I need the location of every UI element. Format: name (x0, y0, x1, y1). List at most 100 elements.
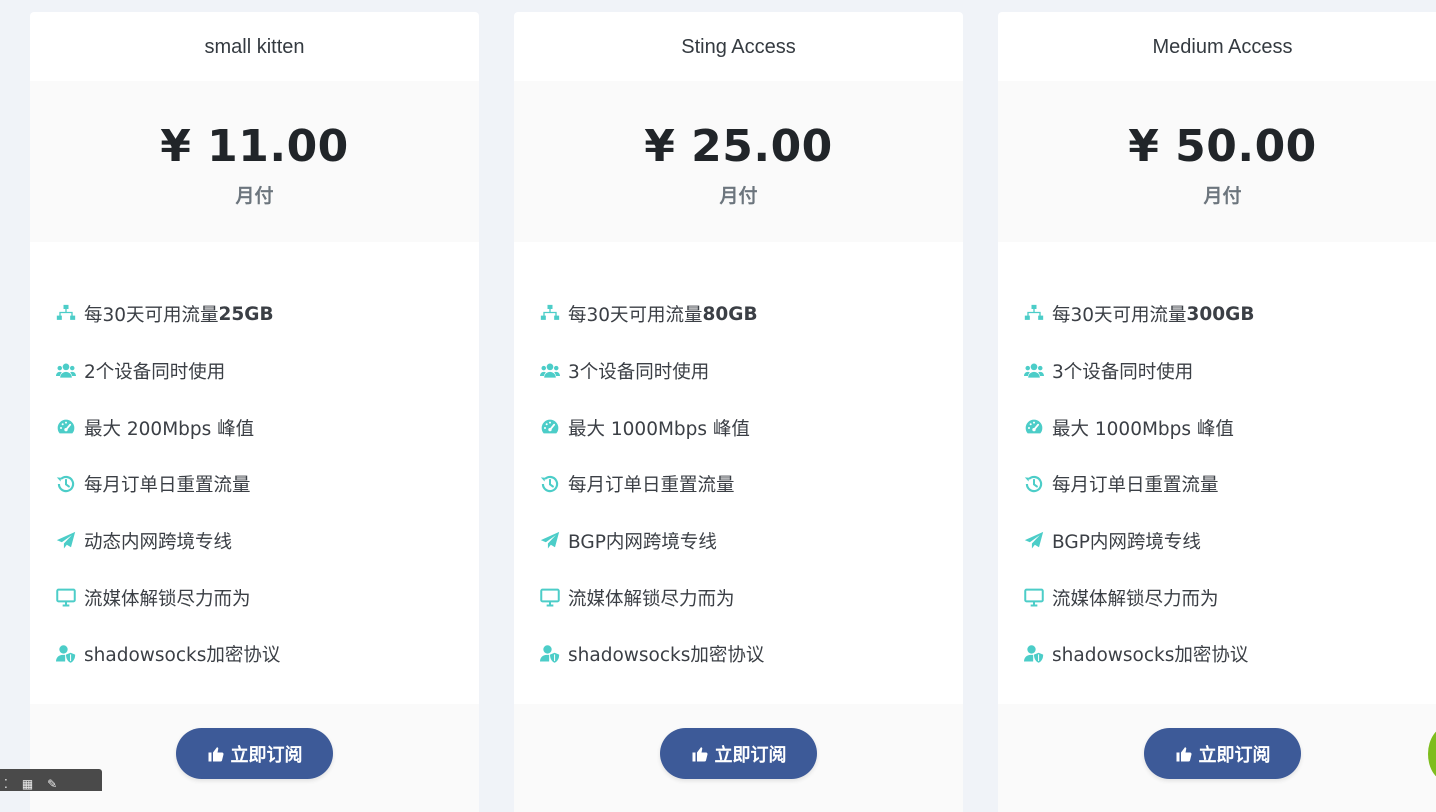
card-footer: 立即订阅 (30, 704, 479, 812)
feature-text: 流媒体解锁尽力而为 (84, 588, 251, 610)
feature-text: BGP内网跨境专线 (1052, 532, 1201, 554)
monitor-icon (538, 586, 564, 610)
feature-item: 最大 200Mbps 峰值 (54, 399, 479, 456)
paper-plane-icon (540, 531, 560, 549)
users-icon (54, 359, 80, 383)
feature-value: 25GB (218, 303, 274, 325)
monitor-icon (540, 588, 560, 607)
subscribe-button-label: 立即订阅 (1198, 744, 1271, 766)
subscribe-button[interactable]: 立即订阅 (1144, 728, 1301, 779)
feature-text: 每月订单日重置流量 (568, 475, 735, 497)
price-box: ¥ 25.00 月付 (514, 81, 963, 242)
users-icon (540, 363, 560, 378)
monitor-icon (1024, 588, 1044, 607)
feature-list: 每30天可用流量 80GB 3个设备同时使用最大 1000Mbps 峰值 每月订单日重… (514, 242, 963, 683)
history-icon (1024, 476, 1043, 493)
feature-item: 每30天可用流量 25GB (54, 286, 479, 343)
feature-item: BGP内网跨境专线 (1022, 513, 1436, 570)
feature-item: 每30天可用流量 80GB (538, 286, 963, 343)
feature-item: shadowsocks加密协议 (54, 626, 479, 683)
billing-period: 月付 (1203, 185, 1242, 207)
monitor-icon (56, 588, 76, 607)
history-icon (54, 472, 80, 496)
plan-title: Sting Access (681, 36, 796, 58)
feature-text: 3个设备同时使用 (1052, 362, 1194, 384)
network-icon (1024, 305, 1044, 321)
feature-item: shadowsocks加密协议 (1022, 626, 1436, 683)
feature-text: 3个设备同时使用 (568, 362, 710, 384)
plan-title: small kitten (204, 36, 305, 58)
price-box: ¥ 11.00 月付 (30, 81, 479, 242)
feature-item: 最大 1000Mbps 峰值 (1022, 399, 1436, 456)
price-box: ¥ 50.00 月付 (998, 81, 1436, 242)
user-shield-icon (1024, 645, 1044, 664)
grip-icon[interactable]: ⁚ (4, 777, 8, 791)
network-icon (56, 305, 76, 321)
feature-text: 流媒体解锁尽力而为 (1052, 588, 1219, 610)
user-shield-icon (540, 645, 560, 664)
feature-value: 80GB (702, 303, 758, 325)
billing-period: 月付 (719, 185, 758, 207)
network-icon (1022, 302, 1048, 326)
feature-item: shadowsocks加密协议 (538, 626, 963, 683)
monitor-icon (54, 586, 80, 610)
feature-text: 每月订单日重置流量 (1052, 475, 1219, 497)
users-icon (56, 363, 76, 378)
paper-plane-icon (1022, 529, 1048, 553)
feature-text: BGP内网跨境专线 (568, 532, 717, 554)
card-footer: 立即订阅 (998, 704, 1436, 812)
network-icon (540, 305, 560, 321)
user-shield-icon (538, 642, 564, 666)
plan-card-sting-access: Sting Access ¥ 25.00 月付 每30天可用流量 80GB 3个设备… (514, 12, 963, 812)
billing-period: 月付 (235, 185, 274, 207)
feature-item: BGP内网跨境专线 (538, 513, 963, 570)
feature-item: 动态内网跨境专线 (54, 513, 479, 570)
feature-text: 每30天可用流量 (84, 305, 219, 327)
monitor-icon (1022, 586, 1048, 610)
feature-list: 每30天可用流量 300GB 3个设备同时使用最大 1000Mbps 峰值 每月订单日… (998, 242, 1436, 683)
history-icon (56, 476, 75, 493)
feature-item: 3个设备同时使用 (538, 343, 963, 400)
feature-item: 每30天可用流量 300GB (1022, 286, 1436, 343)
subscribe-button-label: 立即订阅 (230, 744, 303, 766)
users-icon (1022, 359, 1048, 383)
feature-text: shadowsocks加密协议 (84, 645, 281, 667)
feature-value: 300GB (1186, 303, 1255, 325)
feature-item: 每月订单日重置流量 (54, 456, 479, 513)
card-footer: 立即订阅 (514, 704, 963, 812)
feature-text: 最大 200Mbps 峰值 (84, 418, 255, 440)
feature-text: 每30天可用流量 (1052, 305, 1187, 327)
speedometer-icon (541, 419, 559, 434)
subscribe-button-label: 立即订阅 (714, 744, 787, 766)
feature-text: shadowsocks加密协议 (568, 645, 765, 667)
history-icon (1022, 472, 1048, 496)
users-icon (538, 359, 564, 383)
feature-text: 每月订单日重置流量 (84, 475, 251, 497)
speedometer-icon (57, 419, 75, 434)
plan-price: ¥ 25.00 (644, 121, 833, 172)
feature-text: 2个设备同时使用 (84, 362, 226, 384)
debug-toolbar: ⁚ ▦ ✎ (0, 769, 102, 791)
feature-item: 流媒体解锁尽力而为 (54, 569, 479, 626)
speedometer-icon (538, 416, 564, 440)
paper-plane-icon (56, 531, 76, 549)
user-shield-icon (1022, 642, 1048, 666)
thumbs-up-icon (1176, 746, 1192, 761)
feature-item: 流媒体解锁尽力而为 (1022, 569, 1436, 626)
speedometer-icon (1025, 419, 1043, 434)
feature-item: 每月订单日重置流量 (1022, 456, 1436, 513)
feature-text: 最大 1000Mbps 峰值 (1052, 418, 1234, 440)
wrench-icon[interactable]: ✎ (47, 777, 57, 791)
history-icon (538, 472, 564, 496)
keyboard-icon[interactable]: ▦ (22, 777, 33, 791)
plan-price: ¥ 11.00 (160, 121, 349, 172)
plan-card-small-kitten: small kitten ¥ 11.00 月付 每30天可用流量 25GB 2个设备… (30, 12, 479, 812)
feature-item: 每月订单日重置流量 (538, 456, 963, 513)
speedometer-icon (1022, 416, 1048, 440)
feature-text: 最大 1000Mbps 峰值 (568, 418, 750, 440)
subscribe-button[interactable]: 立即订阅 (176, 728, 333, 779)
feature-item: 最大 1000Mbps 峰值 (538, 399, 963, 456)
feature-text: 每30天可用流量 (568, 305, 703, 327)
subscribe-button[interactable]: 立即订阅 (660, 728, 817, 779)
plan-card-medium-access: Medium Access ¥ 50.00 月付 每30天可用流量 300GB 3个… (998, 12, 1436, 812)
